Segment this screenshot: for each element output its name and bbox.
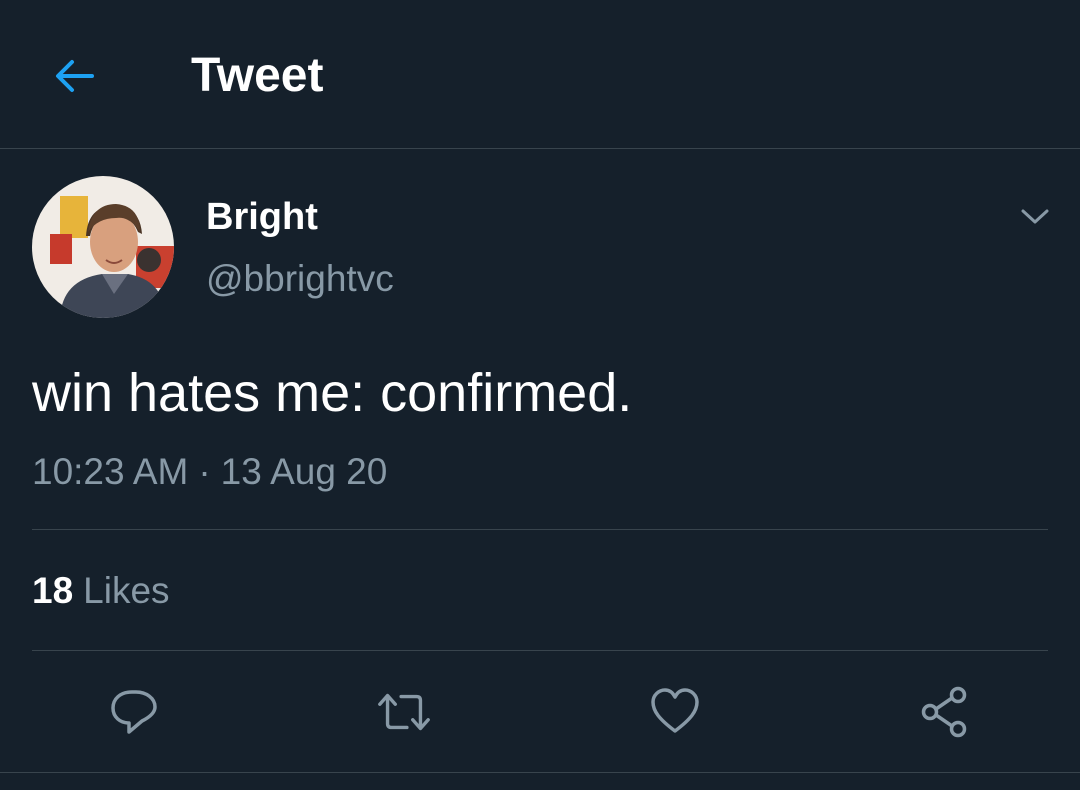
- back-button[interactable]: [46, 48, 102, 104]
- likes-stat[interactable]: 18 Likes: [32, 568, 170, 614]
- timestamp-separator: ·: [198, 451, 211, 492]
- top-bar: Tweet: [0, 0, 1080, 149]
- arrow-left-icon: [56, 60, 94, 92]
- reply-bubble-icon: [111, 690, 157, 734]
- divider: [0, 772, 1080, 773]
- chevron-down-icon: [1021, 209, 1049, 224]
- share-icon: [921, 686, 967, 738]
- author-display-name[interactable]: Bright: [206, 194, 318, 240]
- tweet-time: 10:23 AM: [32, 451, 189, 492]
- tweet-date: 13 Aug 20: [220, 451, 388, 492]
- likes-label: Likes: [83, 570, 170, 611]
- likes-count: 18: [32, 570, 74, 611]
- reply-button[interactable]: [104, 682, 164, 742]
- more-options-button[interactable]: [1012, 196, 1058, 236]
- tweet-detail-screen: Tweet Bright @bbrightvc win hates me: co…: [0, 0, 1080, 790]
- tweet-timestamp: 10:23 AM · 13 Aug 20: [32, 449, 387, 495]
- profile-photo: [32, 176, 174, 318]
- share-button[interactable]: [915, 682, 975, 742]
- avatar[interactable]: [32, 176, 174, 318]
- tweet-text: win hates me: confirmed.: [32, 363, 633, 423]
- divider: [32, 529, 1048, 530]
- heart-icon: [651, 688, 699, 733]
- retweet-button[interactable]: [374, 682, 434, 742]
- page-title: Tweet: [191, 49, 324, 102]
- divider: [32, 650, 1048, 651]
- retweet-icon: [378, 693, 430, 731]
- like-button[interactable]: [645, 682, 705, 742]
- author-handle[interactable]: @bbrightvc: [206, 256, 394, 302]
